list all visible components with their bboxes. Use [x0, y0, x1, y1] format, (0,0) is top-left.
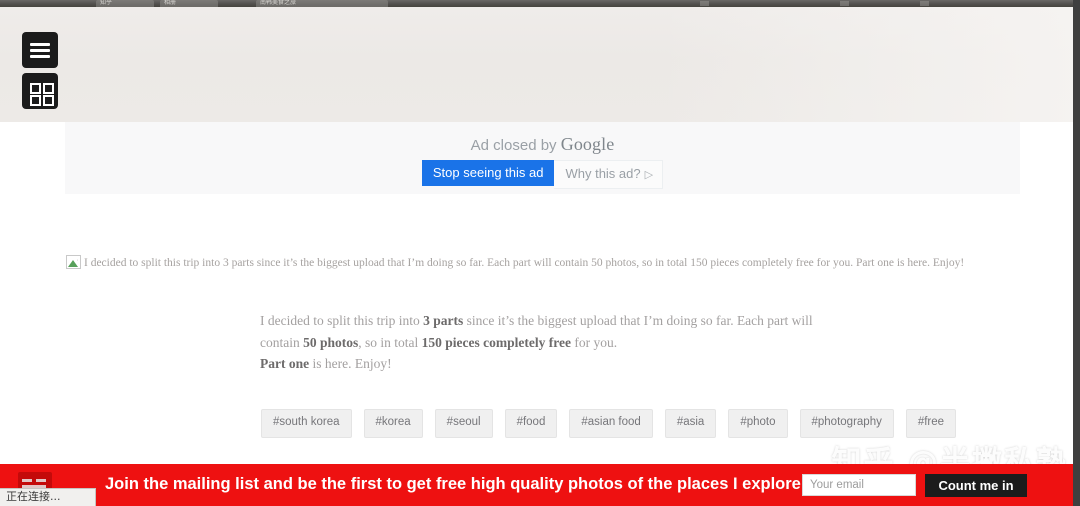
- email-input[interactable]: [802, 474, 916, 496]
- count-me-in-button[interactable]: Count me in: [925, 474, 1027, 497]
- ad-closed-label: Ad closed by Google: [65, 134, 1020, 155]
- browser-tab-label: 南韩美食之旅: [260, 0, 297, 6]
- why-this-ad-label: Why this ad?: [565, 166, 641, 181]
- tag-chip[interactable]: #asian food: [569, 409, 653, 438]
- ad-actions: Stop seeing this ad Why this ad? ▷: [65, 160, 1020, 189]
- browser-tab-label: 相册: [164, 0, 177, 6]
- tag-chip[interactable]: #korea: [363, 409, 423, 438]
- site-logo-bar: [22, 479, 32, 482]
- mailing-list-banner: Join the mailing list and be the first t…: [0, 464, 1080, 506]
- article-bold-50-photos: 50 photos: [303, 334, 359, 350]
- article-paragraph-1: I decided to split this trip into 3 part…: [260, 310, 840, 353]
- browser-tab-label: 知乎: [100, 0, 113, 6]
- tag-chip[interactable]: #asia: [664, 409, 717, 438]
- article-text: I decided to split this trip into 3 part…: [260, 310, 840, 375]
- window-minimize-button[interactable]: [700, 1, 709, 6]
- header-gradient: [660, 7, 1080, 122]
- stop-seeing-this-ad-button[interactable]: Stop seeing this ad: [421, 160, 555, 186]
- broken-image-alt-text: I decided to split this trip into 3 part…: [84, 257, 965, 269]
- browser-chrome-sliver: 知乎 相册 南韩美食之旅: [0, 0, 1080, 7]
- part-one-link[interactable]: Part one: [260, 356, 309, 371]
- tag-chip[interactable]: #seoul: [434, 409, 493, 438]
- tag-list: #south korea #korea #seoul #food #asian …: [261, 409, 1021, 438]
- menu-icon[interactable]: [22, 32, 58, 68]
- menu-icon-line: [30, 43, 50, 46]
- google-ad-closed-panel: Ad closed by Google Stop seeing this ad …: [65, 122, 1020, 194]
- grid-icon-cell: [43, 83, 54, 94]
- mailing-list-headline: Join the mailing list and be the first t…: [105, 475, 801, 493]
- status-bar-bubble: 正在连接...: [0, 488, 96, 506]
- browser-screenshot: 知乎 相册 南韩美食之旅 Ad closed by Google Stop se…: [0, 0, 1080, 506]
- google-wordmark: Google: [560, 134, 615, 154]
- grid-icon-cell: [30, 95, 41, 106]
- grid-icon-cell: [30, 83, 41, 94]
- broken-image-tear: [72, 256, 80, 263]
- article-text-segment: , so in total: [358, 334, 422, 350]
- broken-image-icon: [66, 255, 81, 269]
- article-paragraph-2: Part one is here. Enjoy!: [260, 353, 840, 375]
- window-close-button[interactable]: [920, 1, 929, 6]
- site-header-band: [0, 7, 1080, 122]
- window-right-edge: [1073, 0, 1080, 506]
- article-bold-150-pieces: 150 pieces completely free: [421, 334, 571, 350]
- grid-icon[interactable]: [22, 73, 58, 109]
- article-bold-3-parts: 3 parts: [423, 313, 464, 328]
- why-this-ad-button[interactable]: Why this ad? ▷: [554, 160, 664, 189]
- tag-chip[interactable]: #food: [504, 409, 558, 438]
- ad-closed-text: Ad closed by: [470, 137, 561, 154]
- tag-chip[interactable]: #free: [905, 409, 957, 438]
- tag-chip[interactable]: #photo: [728, 409, 788, 438]
- article-text-segment: for you.: [570, 334, 618, 350]
- article-text-segment: I decided to split this trip into: [260, 313, 424, 328]
- tag-chip[interactable]: #south korea: [261, 409, 352, 438]
- menu-icon-line: [30, 49, 50, 52]
- site-logo-bar: [36, 479, 46, 482]
- broken-image-paragraph: I decided to split this trip into 3 part…: [66, 255, 1026, 271]
- grid-icon-cell: [43, 95, 54, 106]
- window-maximize-button[interactable]: [840, 1, 849, 6]
- tag-chip[interactable]: #photography: [799, 409, 894, 438]
- menu-icon-line: [30, 55, 50, 58]
- play-triangle-icon: ▷: [644, 169, 654, 181]
- article-text-segment: is here. Enjoy!: [309, 356, 392, 371]
